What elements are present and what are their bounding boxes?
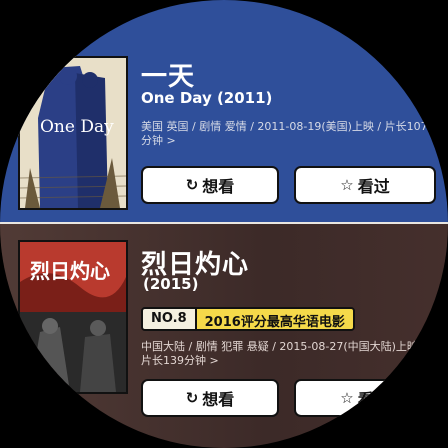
poster-illustration: 烈日灼心	[20, 242, 126, 392]
watched-button[interactable]: ☆ 看过	[294, 379, 436, 417]
poster-illustration: One Day	[20, 58, 126, 208]
svg-text:One Day: One Day	[40, 117, 114, 137]
watch-face-screen: One Day 一天 One Day (2011) 美国 英国 / 剧情 爱情 …	[0, 0, 448, 448]
movie-card-lie-ri-zhuo-xin[interactable]: 烈日灼心 烈日灼心 (2015) NO.8 2016评分最高华语电影 中国大陆 …	[0, 224, 448, 448]
svg-text:烈日灼心: 烈日灼心	[30, 259, 110, 283]
watched-label: 看过	[357, 390, 390, 409]
movie-poster[interactable]: One Day	[18, 56, 128, 210]
star-outline-icon: ☆	[340, 176, 354, 194]
movie-subtitle: One Day (2011)	[141, 89, 273, 107]
movie-poster[interactable]: 烈日灼心	[18, 240, 128, 394]
movie-subtitle: (2015)	[143, 275, 199, 293]
movie-title: 一天	[141, 62, 196, 92]
want-label: 想看	[202, 390, 235, 409]
rank-badge: NO.8	[143, 309, 197, 329]
watched-button[interactable]: ☆ 看过	[294, 166, 436, 204]
movie-card-one-day[interactable]: One Day 一天 One Day (2011) 美国 英国 / 剧情 爱情 …	[0, 0, 448, 224]
movie-meta[interactable]: 中国大陆 / 剧情 犯罪 悬疑 / 2015-08-27(中国大陆)上映 / 片…	[141, 340, 431, 368]
award-badge[interactable]: NO.8 2016评分最高华语电影	[141, 307, 355, 331]
want-to-watch-button[interactable]: ↻ 想看	[141, 166, 279, 204]
movie-meta[interactable]: 美国 英国 / 剧情 爱情 / 2011-08-19(美国)上映 / 片长107…	[141, 120, 431, 148]
want-to-watch-button[interactable]: ↻ 想看	[141, 379, 279, 417]
award-text: 2016评分最高华语电影	[196, 309, 353, 329]
watched-label: 看过	[357, 177, 390, 196]
round-display: One Day 一天 One Day (2011) 美国 英国 / 剧情 爱情 …	[0, 0, 448, 448]
want-label: 想看	[202, 177, 235, 196]
refresh-icon: ↻	[185, 176, 199, 194]
refresh-icon: ↻	[185, 389, 199, 407]
star-outline-icon: ☆	[340, 389, 354, 407]
